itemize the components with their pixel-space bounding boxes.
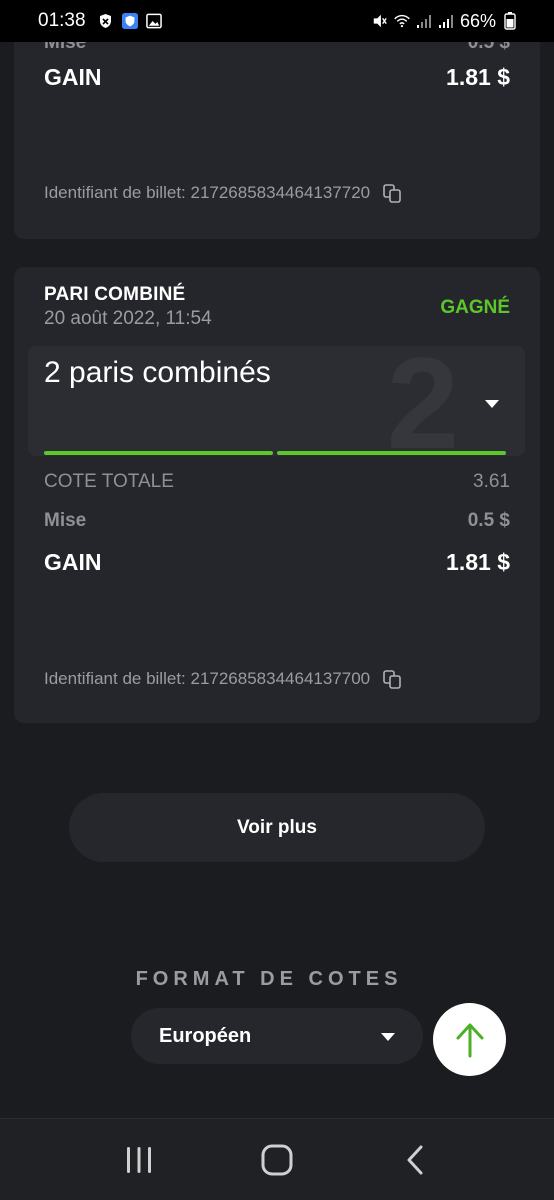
gain-label: GAIN [44, 64, 102, 90]
battery-icon [502, 12, 518, 30]
arrow-up-icon [456, 1023, 483, 1057]
status-time: 01:38 [38, 10, 86, 31]
gain-row: GAIN 1.81 $ [44, 64, 510, 91]
status-icons-left [98, 13, 162, 29]
bet-date: 20 août 2022, 11:54 [44, 308, 212, 329]
vpn-icon [121, 13, 138, 29]
mise-label: Mise [44, 510, 87, 531]
odds-format-title: FORMAT DE COTES [135, 968, 403, 990]
progress-segment [277, 451, 506, 455]
odds-format-select[interactable]: Européen [131, 1008, 423, 1064]
back-button[interactable] [385, 1130, 445, 1190]
signal-icon [416, 13, 432, 29]
home-button[interactable] [247, 1130, 307, 1190]
wifi-icon [394, 13, 410, 29]
ticket-id: Identifiant de billet: 21726858344641377… [44, 669, 371, 688]
gain-row: GAIN 1.81 $ [44, 549, 510, 576]
recent-apps-button[interactable] [109, 1130, 169, 1190]
system-nav-bar [0, 1118, 554, 1200]
bet-card: PARI COMBINÉ 20 août 2022, 11:54 GAGNÉ 2… [14, 267, 540, 723]
combo-dropdown[interactable]: 2 2 paris combinés [28, 346, 525, 456]
mise-value: 0.5 $ [467, 510, 510, 531]
chevron-down-icon [381, 1033, 395, 1041]
battery-percent: 66% [459, 10, 496, 31]
status-badge: GAGNÉ [440, 297, 510, 318]
odds-format-value: Européen [159, 1024, 252, 1047]
cote-label: COTE TOTALE [44, 471, 174, 492]
cote-value: 3.61 [473, 471, 510, 492]
copy-icon[interactable] [382, 183, 402, 203]
status-icons-right: 66% [372, 11, 518, 32]
voir-plus-button[interactable]: Voir plus [69, 793, 485, 862]
combo-title: 2 paris combinés [44, 356, 271, 389]
back-icon [407, 1145, 423, 1174]
signal-icon [438, 13, 454, 29]
combo-count-watermark: 2 [386, 346, 459, 456]
recents-icon [127, 1146, 151, 1173]
progress-segment [44, 451, 273, 455]
ticket-id-row: Identifiant de billet: 21726858344641377… [44, 183, 402, 203]
gain-value: 1.81 $ [446, 549, 510, 575]
combo-progress [44, 451, 506, 455]
status-bar: 01:38 66% [0, 0, 554, 42]
gain-label: GAIN [44, 549, 102, 575]
cote-row: COTE TOTALE 3.61 [44, 471, 510, 493]
mute-icon [372, 13, 388, 29]
gain-value: 1.81 $ [446, 64, 510, 90]
mise-row: Mise 0.5 $ [44, 510, 510, 532]
page: 01:38 66% Mise 0.5 $ GAIN 1.81 $ Identif… [0, 0, 554, 1200]
ticket-id-row: Identifiant de billet: 21726858344641377… [44, 669, 402, 689]
bet-type: PARI COMBINÉ [44, 284, 186, 305]
image-icon [145, 13, 162, 29]
shield-icon [98, 13, 114, 29]
chevron-down-icon[interactable] [485, 400, 499, 408]
copy-icon[interactable] [382, 669, 402, 689]
ticket-id: Identifiant de billet: 21726858344641377… [44, 183, 371, 202]
bet-card-previous: Mise 0.5 $ GAIN 1.81 $ Identifiant de bi… [14, 20, 540, 239]
home-icon [261, 1144, 293, 1175]
scroll-to-top-button[interactable] [433, 1003, 506, 1076]
